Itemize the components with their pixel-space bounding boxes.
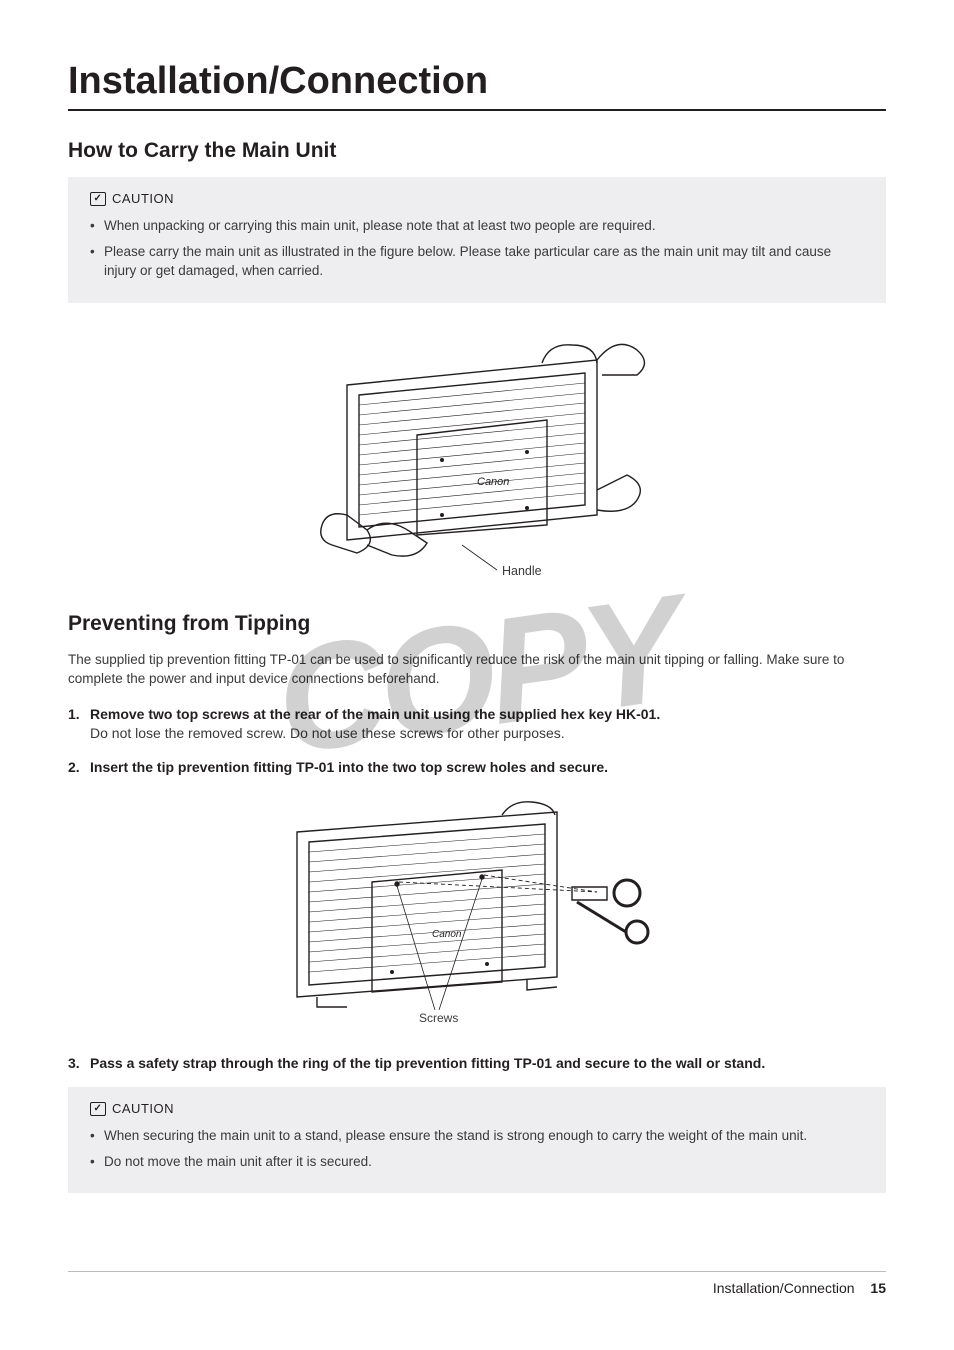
svg-text:Canon: Canon [477, 476, 509, 488]
page-title: Installation/Connection [68, 60, 886, 111]
caution-item: When securing the main unit to a stand, … [90, 1126, 864, 1146]
carry-illustration: Canon Handle [297, 315, 657, 585]
step-title: Insert the tip prevention fitting TP-01 … [90, 759, 608, 775]
footer-section: Installation/Connection [713, 1280, 855, 1296]
caution-box-2: ✓ CAUTION When securing the main unit to… [68, 1087, 886, 1193]
section-heading-tipping: Preventing from Tipping [68, 612, 886, 636]
section-heading-carry: How to Carry the Main Unit [68, 139, 886, 163]
step-item: Pass a safety strap through the ring of … [68, 1054, 886, 1074]
caution-label: CAUTION [112, 1101, 174, 1116]
caution-item: When unpacking or carrying this main uni… [90, 216, 864, 236]
caution-heading: ✓ CAUTION [90, 191, 864, 206]
page-footer: Installation/Connection 15 [68, 1271, 886, 1296]
figure-label-screws: Screws [419, 1011, 458, 1025]
step-item: Remove two top screws at the rear of the… [68, 705, 886, 744]
figure-carry: Canon Handle [68, 315, 886, 590]
caution-icon: ✓ [90, 192, 106, 206]
svg-text:Canon: Canon [432, 929, 462, 940]
tipping-intro: The supplied tip prevention fitting TP-0… [68, 650, 886, 689]
caution-item: Please carry the main unit as illustrate… [90, 242, 864, 281]
step-title: Pass a safety strap through the ring of … [90, 1055, 765, 1071]
step-sub: Do not lose the removed screw. Do not us… [90, 724, 886, 744]
step-item: Insert the tip prevention fitting TP-01 … [68, 758, 886, 778]
figure-tipping: Canon [68, 792, 886, 1032]
step-title: Remove two top screws at the rear of the… [90, 706, 660, 722]
caution-box-1: ✓ CAUTION When unpacking or carrying thi… [68, 177, 886, 303]
caution-heading: ✓ CAUTION [90, 1101, 864, 1116]
tipping-illustration: Canon [267, 792, 687, 1027]
caution-icon: ✓ [90, 1102, 106, 1116]
caution-item: Do not move the main unit after it is se… [90, 1152, 864, 1172]
page-number: 15 [870, 1280, 886, 1296]
figure-label-handle: Handle [502, 564, 542, 578]
caution-label: CAUTION [112, 191, 174, 206]
